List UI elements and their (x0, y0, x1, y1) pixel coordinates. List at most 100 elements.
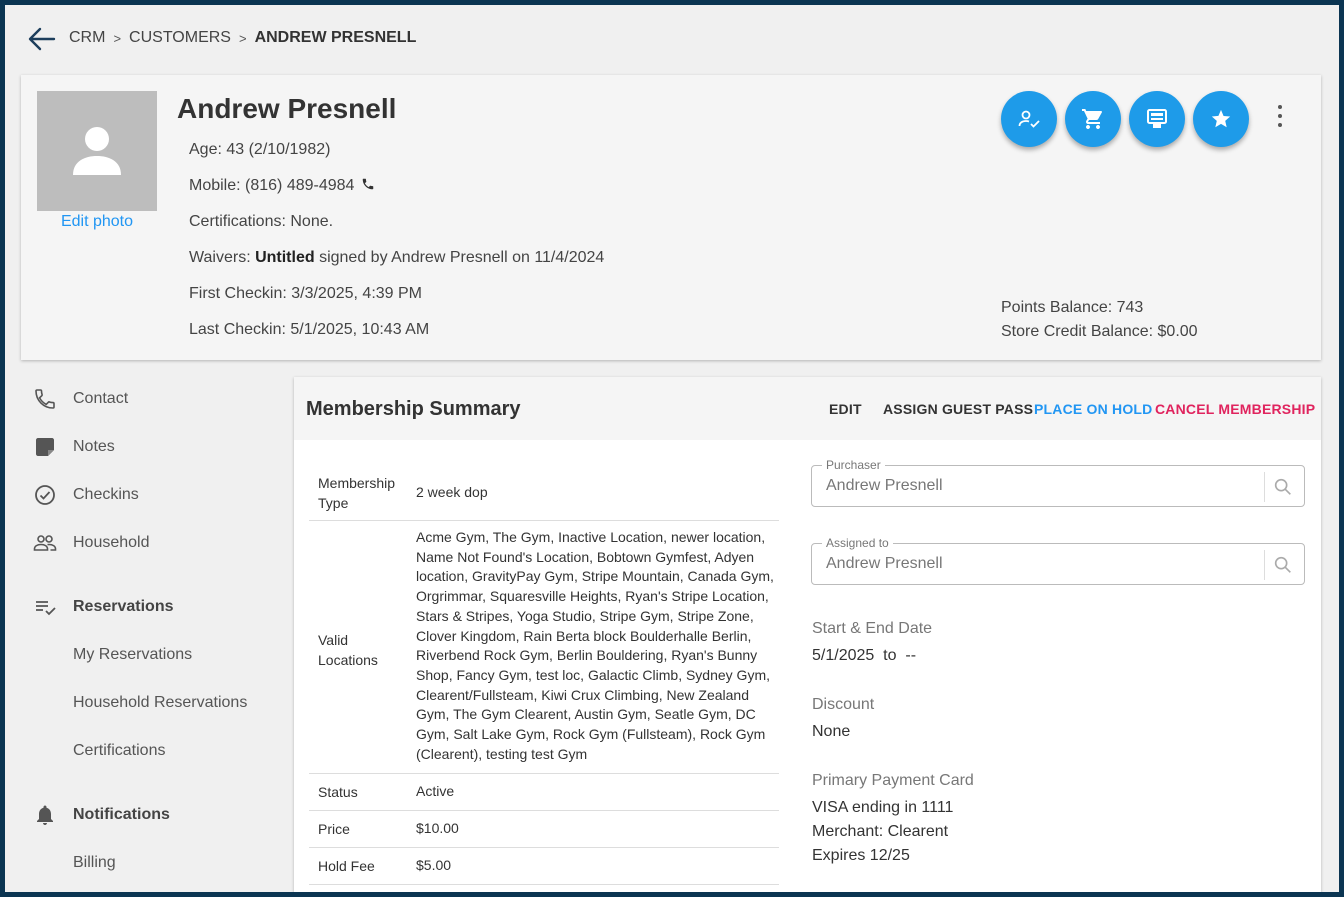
sidebar-item-notes[interactable]: Notes (5, 423, 285, 471)
app-window: CRM > CUSTOMERS > ANDREW PRESNELL Edit p… (5, 5, 1339, 892)
search-icon[interactable] (1272, 554, 1294, 576)
assign-guest-pass-button[interactable]: ASSIGN GUEST PASS (883, 401, 1033, 417)
bell-icon (37, 805, 53, 825)
more-options-icon[interactable] (1270, 103, 1290, 129)
breadcrumb-separator: > (238, 30, 247, 46)
row-key: Valid Locations (318, 632, 378, 668)
certifications-info: Certifications: None. (189, 213, 334, 230)
assigned-to-field: Assigned to (811, 536, 1305, 585)
table-row: Status Active (309, 774, 779, 811)
points-balance: Points Balance: 743 (1001, 299, 1144, 316)
sidebar-label: Household Reservations (73, 694, 248, 711)
waivers-prefix: Waivers: (189, 249, 256, 266)
payment-card-label: Primary Payment Card (812, 772, 974, 789)
age-info: Age: 43 (2/10/1982) (189, 141, 331, 158)
customer-profile-card: Edit photo Andrew Presnell Age: 43 (2/10… (21, 75, 1321, 360)
row-key: Membership Type (318, 475, 396, 511)
sidebar-item-my-reservations[interactable]: My Reservations (5, 631, 285, 679)
sidebar-item-checkins[interactable]: Checkins (5, 471, 285, 519)
search-icon[interactable] (1272, 476, 1294, 498)
sidebar-label: Notes (73, 438, 115, 455)
sidebar-item-household[interactable]: Household (5, 519, 285, 567)
table-row: Hold Fee $5.00 (309, 848, 779, 885)
row-value: Acme Gym, The Gym, Inactive Location, ne… (416, 529, 774, 762)
panel-header: Membership Summary EDIT ASSIGN GUEST PAS… (294, 377, 1321, 440)
person-check-icon (1018, 110, 1040, 128)
purchaser-field: Purchaser (811, 458, 1305, 507)
playlist-check-icon (36, 601, 56, 616)
phone-icon (35, 389, 55, 409)
customer-name: Andrew Presnell (177, 93, 397, 124)
sidebar-label: Household (73, 534, 150, 551)
row-key: Hold Fee (318, 858, 375, 874)
sidebar-label: Notifications (73, 806, 170, 823)
sidebar-label: Reservations (73, 598, 174, 615)
row-key: Status (318, 784, 358, 800)
breadcrumb-crm[interactable]: CRM (69, 29, 105, 47)
breadcrumb-current: ANDREW PRESNELL (254, 29, 417, 46)
cancel-membership-button[interactable]: CANCEL MEMBERSHIP (1155, 401, 1315, 417)
cart-icon (1082, 109, 1102, 129)
sidebar-item-notifications[interactable]: Notifications (5, 791, 285, 839)
store-credit-balance: Store Credit Balance: $0.00 (1001, 323, 1198, 340)
edit-photo-link[interactable]: Edit photo (37, 213, 157, 231)
mobile-info: Mobile: (816) 489-4984 (189, 177, 375, 195)
purchaser-label: Purchaser (822, 458, 885, 472)
panel-title: Membership Summary (306, 398, 521, 420)
assigned-to-input[interactable] (826, 553, 1246, 575)
sidebar-item-certifications[interactable]: Certifications (5, 727, 285, 775)
assigned-to-label: Assigned to (822, 536, 893, 550)
waiver-signed-text: signed by Andrew Presnell on 11/4/2024 (314, 249, 605, 266)
edit-membership-button[interactable]: EDIT (829, 401, 862, 417)
table-row: Price $10.00 (309, 811, 779, 848)
notes-icon (36, 438, 54, 456)
membership-summary-panel: Membership Summary EDIT ASSIGN GUEST PAS… (294, 377, 1321, 892)
table-row: Valid Locations Acme Gym, The Gym, Inact… (309, 521, 779, 774)
check-circle-icon (35, 485, 55, 505)
field-divider (1264, 472, 1265, 502)
payment-expiry: Expires 12/25 (812, 847, 910, 864)
purchaser-input[interactable] (826, 475, 1246, 497)
first-checkin: First Checkin: 3/3/2025, 4:39 PM (189, 285, 422, 302)
row-value: Active (416, 783, 455, 799)
cart-button[interactable] (1065, 91, 1121, 147)
field-divider (1264, 550, 1265, 580)
row-value: $5.00 (416, 857, 452, 873)
row-value: 2 week dop (416, 484, 488, 500)
dates-value: 5/1/2025 to -- (812, 647, 917, 664)
favorite-button[interactable] (1193, 91, 1249, 147)
sidebar-label: My Reservations (73, 646, 193, 663)
table-row: Membership Type 2 week dop (309, 464, 779, 521)
discount-label: Discount (812, 696, 875, 713)
place-on-hold-button[interactable]: PLACE ON HOLD (1034, 401, 1153, 417)
sidebar-item-household-reservations[interactable]: Household Reservations (5, 679, 285, 727)
sidebar-label: Checkins (73, 486, 139, 503)
mobile-text: Mobile: (816) 489-4984 (189, 177, 355, 194)
sidebar-item-billing[interactable]: Billing (5, 839, 285, 887)
people-icon (33, 535, 57, 551)
waivers-info: Waivers: Untitled signed by Andrew Presn… (189, 249, 604, 267)
payment-card-value: VISA ending in 1111 (812, 799, 954, 816)
row-key: Price (318, 821, 350, 837)
sidebar-label: Certifications (73, 742, 166, 759)
sidebar-label: Contact (73, 390, 129, 407)
call-phone-icon[interactable] (361, 177, 375, 191)
star-icon (1211, 109, 1231, 128)
payment-merchant: Merchant: Clearent (812, 823, 949, 840)
back-arrow-icon[interactable] (27, 25, 57, 53)
sidebar-item-contact[interactable]: Contact (5, 375, 285, 423)
waiver-name[interactable]: Untitled (255, 249, 315, 266)
breadcrumb-separator: > (113, 30, 122, 46)
pos-terminal-icon (1147, 109, 1167, 128)
top-bar: CRM > CUSTOMERS > ANDREW PRESNELL (5, 5, 1339, 75)
sidebar-item-reservations[interactable]: Reservations (5, 583, 285, 631)
row-value: $10.00 (416, 820, 459, 836)
sidebar-label: Billing (73, 854, 116, 871)
person-placeholder-icon (73, 127, 121, 175)
breadcrumb-customers[interactable]: CUSTOMERS (129, 29, 231, 47)
avatar[interactable] (37, 91, 157, 211)
breadcrumb: CRM > CUSTOMERS > ANDREW PRESNELL (69, 29, 416, 47)
dates-label: Start & End Date (812, 620, 933, 637)
pos-terminal-button[interactable] (1129, 91, 1185, 147)
verify-customer-button[interactable] (1001, 91, 1057, 147)
